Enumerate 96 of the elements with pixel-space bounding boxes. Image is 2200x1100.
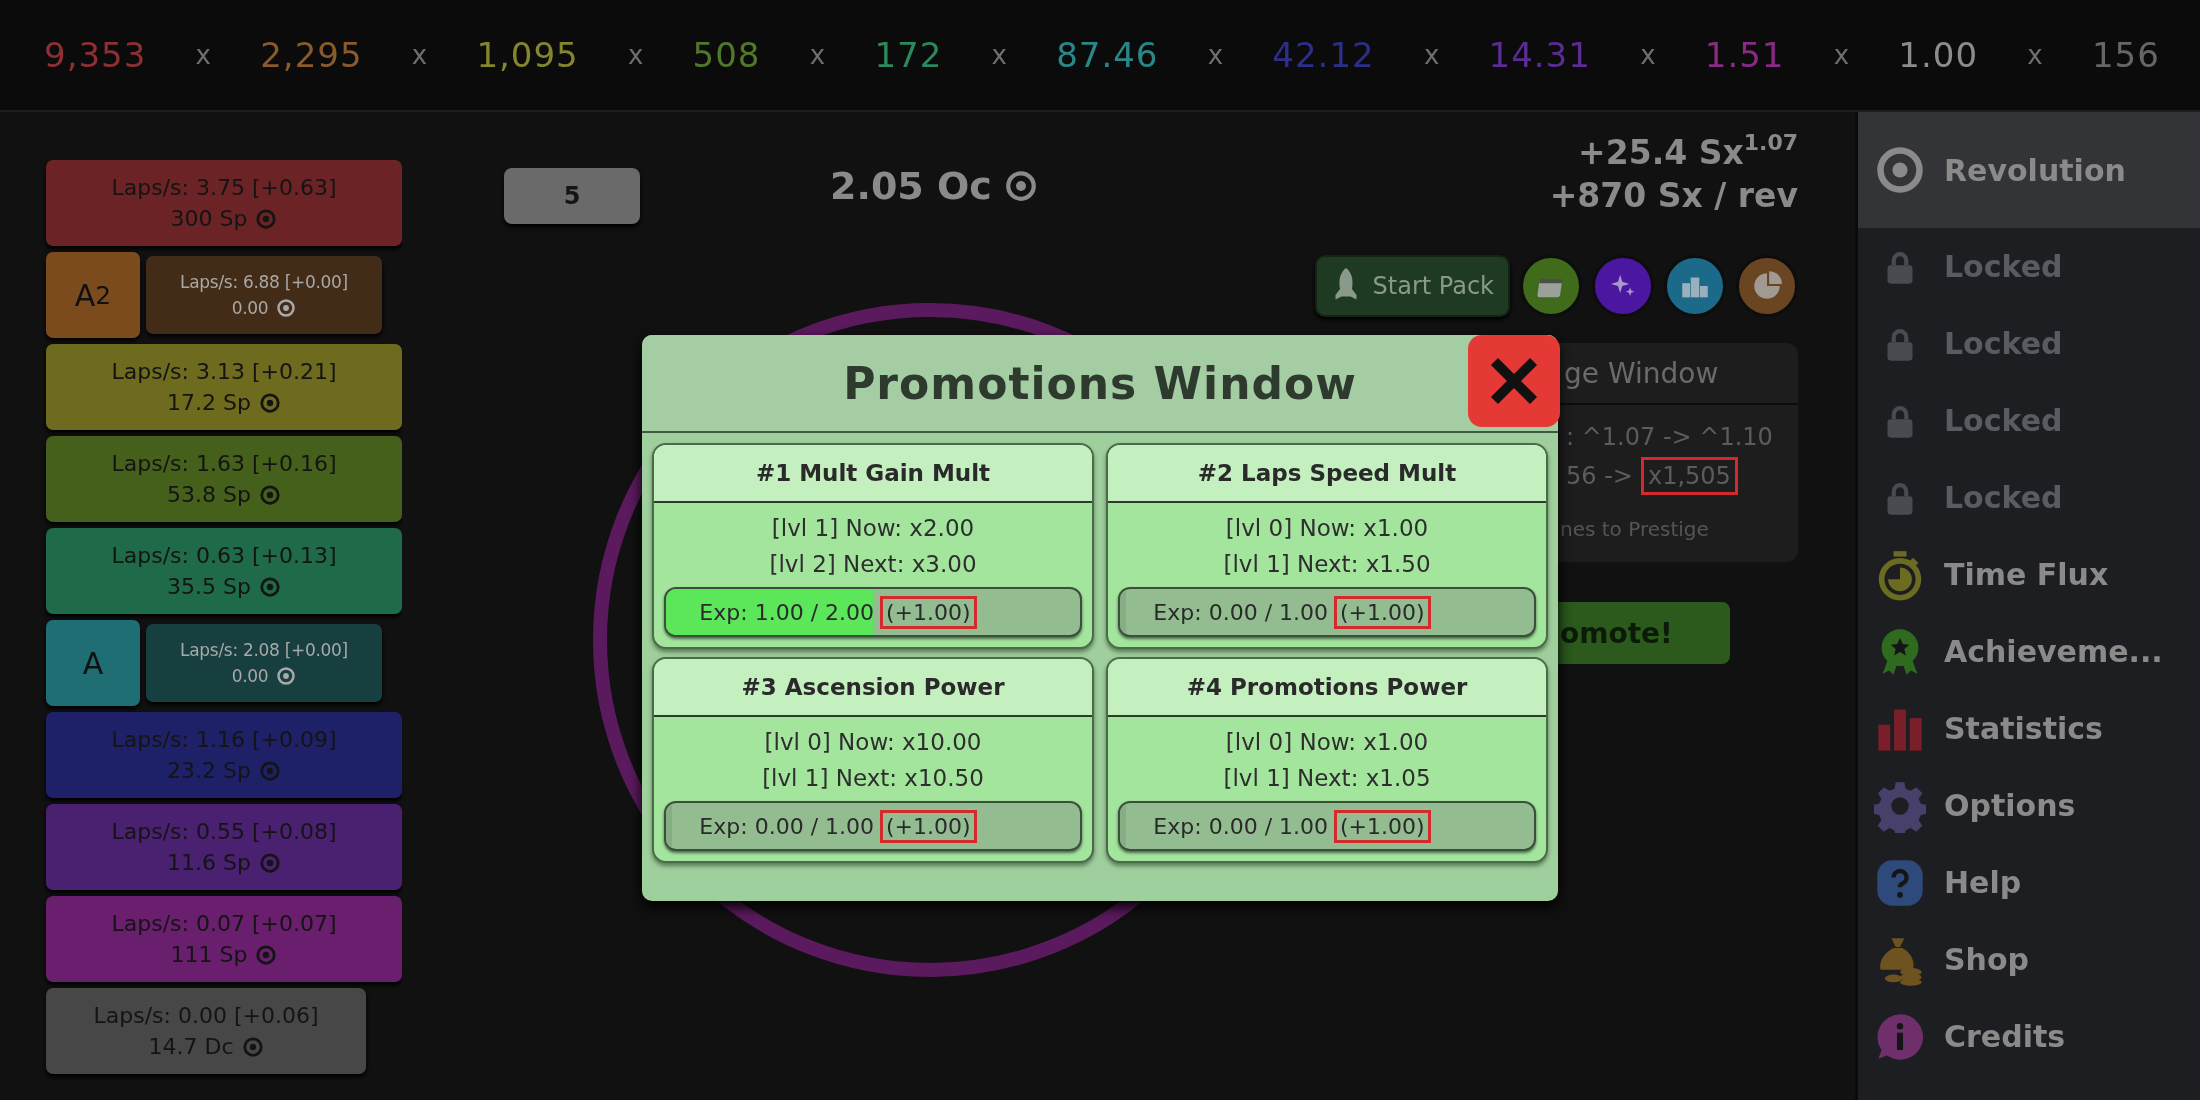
times-sign: x (1640, 40, 1656, 70)
close-icon (1490, 357, 1538, 405)
target-icon (258, 391, 281, 414)
current-level: [lvl 0] Now: x10.00 (763, 729, 983, 755)
times-sign: x (1207, 40, 1224, 70)
target-icon (258, 851, 281, 874)
menu-item[interactable]: Options (1858, 767, 2200, 844)
start-pack-button[interactable]: Start Pack (1314, 255, 1510, 317)
prestige-multiplier: x1,505 (1640, 457, 1738, 495)
exp-value: Exp: 0.00 / 1.00 (699, 813, 875, 839)
next-level: [lvl 2] Next: x3.00 (768, 551, 978, 577)
multiplier-value: 87.46 (1056, 35, 1159, 75)
times-sign: x (628, 40, 644, 70)
current-level: [lvl 1] Now: x2.00 (770, 515, 976, 541)
lane-amount: 300 Sp (170, 206, 248, 231)
times-sign: x (1423, 40, 1440, 70)
times-sign: x (991, 40, 1007, 70)
menu-item[interactable]: Revolution (1858, 112, 2200, 228)
currency-amount: 2.05 Oc (830, 164, 992, 208)
laps-rate: Laps/s: 0.63 [+0.13] (111, 543, 337, 568)
times-sign: x (809, 40, 826, 70)
close-button[interactable] (1468, 335, 1560, 427)
income-rate: +25.4 Sx$^{1.07}$ (1578, 130, 1798, 172)
times-sign: x (1833, 40, 1850, 70)
lane-amount: 111 Sp (170, 942, 248, 967)
menu-item[interactable]: Help (1858, 844, 2200, 921)
menu-item[interactable]: Time Flux (1858, 536, 2200, 613)
menu-item[interactable]: Locked (1858, 305, 2200, 382)
upgrade-title: #3 Ascension Power (741, 674, 1005, 700)
promote-button[interactable]: omote! (1558, 602, 1730, 664)
lane-amount: 0.00 (231, 666, 269, 686)
lane-amount: 17.2 Sp (167, 390, 251, 415)
multiplier-value: 42.12 (1272, 35, 1375, 75)
target-icon (241, 1035, 264, 1058)
target-icon (258, 575, 281, 598)
times-sign: x (195, 40, 211, 70)
menu-item[interactable]: Achieveme... (1858, 613, 2200, 690)
multiplier-value: 156 (2091, 35, 2160, 75)
multiplier-value: 1.51 (1704, 35, 1785, 75)
laps-rate: Laps/s: 1.63 [+0.16] (111, 451, 337, 476)
laps-rate: Laps/s: 2.08 [+0.00] (180, 640, 348, 660)
upgrade-title: #2 Laps Speed Mult (1197, 460, 1457, 486)
multiplier-value: 14.31 (1488, 35, 1591, 75)
times-sign: x (411, 40, 428, 70)
next-level: [lvl 1] Next: x1.05 (1222, 765, 1432, 791)
modal-title: Promotions Window (843, 357, 1357, 409)
target-icon (276, 298, 297, 318)
lane-amount: 11.6 Sp (167, 850, 251, 875)
menu-item[interactable]: Locked (1858, 382, 2200, 459)
exp-gain: (+1.00) (1334, 809, 1431, 843)
exp-gain: (+1.00) (1334, 595, 1431, 629)
exp-value: Exp: 0.00 / 1.00 (1153, 813, 1329, 839)
laps-rate: Laps/s: 6.88 [+0.00] (180, 272, 348, 292)
next-level: [lvl 1] Next: x1.50 (1222, 551, 1432, 577)
target-icon (255, 207, 278, 230)
lane-amount: 35.5 Sp (167, 574, 251, 599)
multiplier-value: 1,095 (476, 35, 579, 75)
menu-item[interactable]: Statistics (1858, 690, 2200, 767)
upgrade-title: #1 Mult Gain Mult (755, 460, 991, 486)
target-icon (1003, 169, 1038, 203)
multiplier-value: 508 (692, 35, 761, 75)
laps-rate: Laps/s: 3.13 [+0.21] (111, 359, 337, 384)
upgrade-title: #4 Promotions Power (1186, 674, 1468, 700)
exp-value: Exp: 1.00 / 2.00 (699, 599, 875, 625)
exp-gain: (+1.00) (880, 809, 977, 843)
current-level: [lvl 0] Now: x1.00 (1224, 515, 1430, 541)
target-icon (255, 943, 278, 966)
multiplier-value: 1.00 (1898, 35, 1978, 75)
count-button[interactable]: 5 (504, 168, 640, 224)
exponent-change: : ^1.07 -> ^1.10 (1566, 423, 1773, 451)
laps-rate: Laps/s: 3.75 [+0.63] (111, 175, 337, 200)
target-icon (276, 666, 297, 686)
laps-rate: Laps/s: 1.16 [+0.09] (111, 727, 337, 752)
exp-gain: (+1.00) (880, 595, 977, 629)
lane-amount: 23.2 Sp (167, 758, 251, 783)
target-icon (258, 483, 281, 506)
ascension-badge[interactable]: A (46, 620, 140, 706)
multiplier-value: 9,353 (44, 35, 147, 75)
multiplier-value: 172 (874, 35, 943, 75)
menu-item[interactable]: Shop (1858, 921, 2200, 998)
current-level: [lvl 0] Now: x1.00 (1224, 729, 1430, 755)
next-level: [lvl 1] Next: x10.50 (761, 765, 985, 791)
target-icon (258, 759, 281, 782)
multiplier-value: 2,295 (260, 35, 363, 75)
prestige-note: nes to Prestige (1559, 517, 1710, 541)
lane-amount: 0.00 (231, 298, 269, 318)
lane-amount: 53.8 Sp (167, 482, 251, 507)
multiplier-change: 56 -> (1566, 462, 1633, 490)
laps-rate: Laps/s: 0.07 [+0.07] (111, 911, 337, 936)
laps-rate: Laps/s: 0.55 [+0.08] (111, 819, 337, 844)
exp-value: Exp: 0.00 / 1.00 (1153, 599, 1329, 625)
menu-item[interactable]: Locked (1858, 228, 2200, 305)
menu-item[interactable]: Credits (1858, 998, 2200, 1075)
income-per-rev: +870 Sx / rev (1549, 176, 1798, 215)
times-sign: x (2027, 40, 2043, 70)
menu-item[interactable]: Locked (1858, 459, 2200, 536)
